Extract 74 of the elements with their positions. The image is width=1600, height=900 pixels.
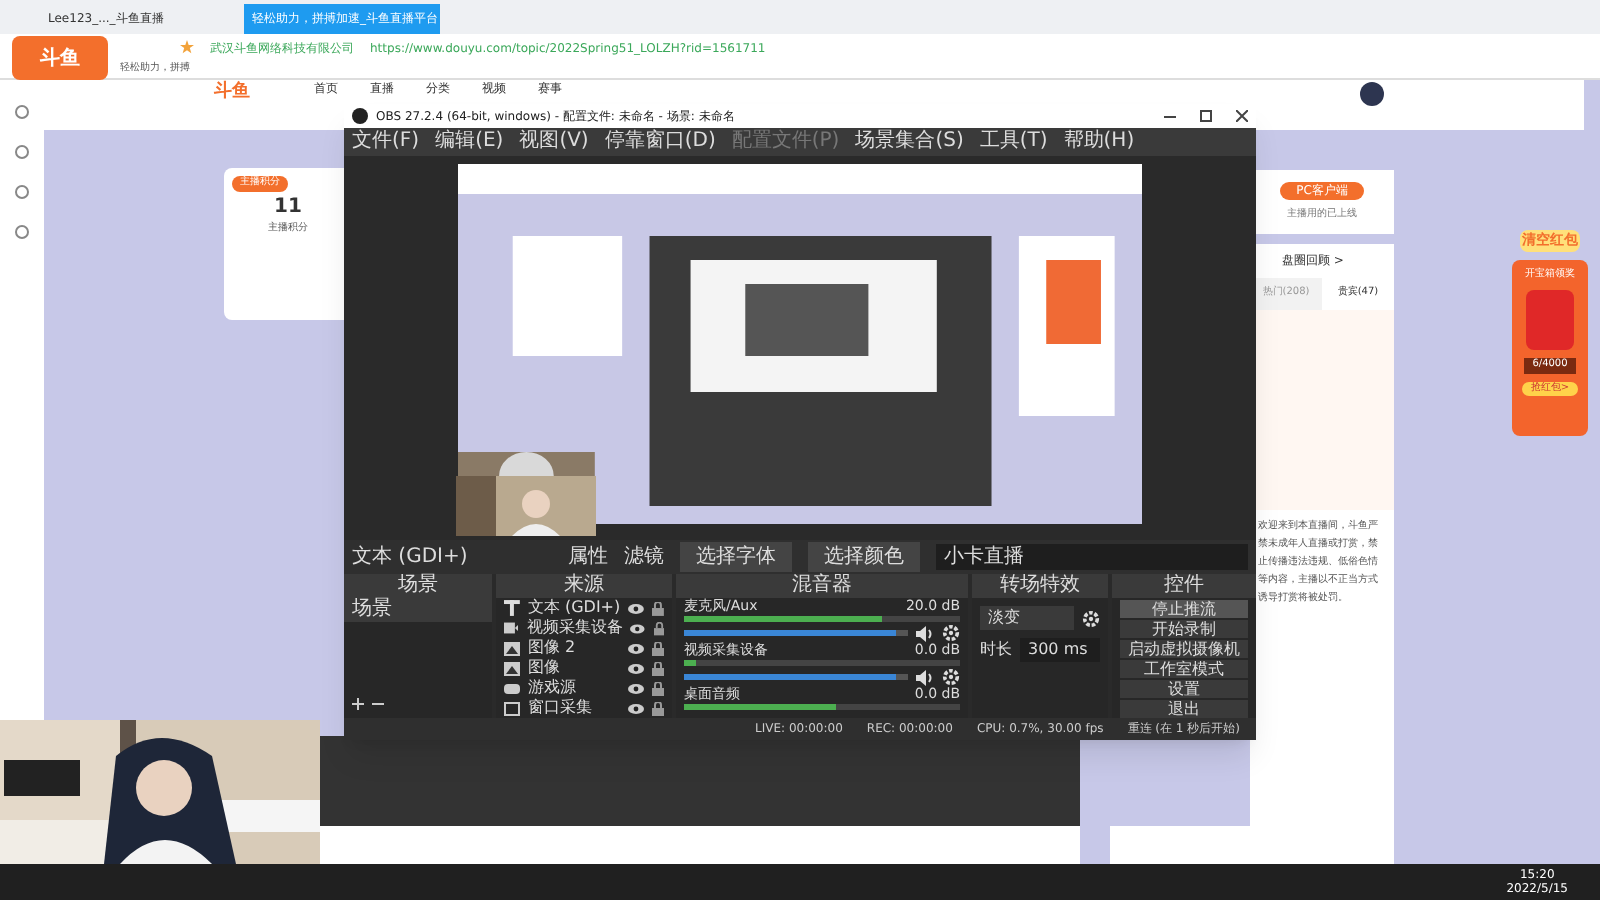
font-button[interactable]: 选择字体: [680, 542, 792, 572]
eye-icon[interactable]: [628, 683, 644, 693]
speaker-icon[interactable]: [916, 625, 934, 641]
control-button[interactable]: 停止推流: [1120, 600, 1248, 618]
lock-icon[interactable]: [652, 681, 664, 695]
star-icon[interactable]: [180, 40, 194, 54]
control-button[interactable]: 设置: [1120, 680, 1248, 698]
menu-item[interactable]: 视图(V): [519, 130, 589, 154]
source-item[interactable]: 窗口采集: [528, 698, 620, 718]
source-tool-button[interactable]: 滤镜: [624, 542, 664, 572]
lock-icon[interactable]: [653, 621, 664, 635]
eye-icon[interactable]: [628, 603, 645, 613]
lock-icon[interactable]: [652, 601, 664, 615]
source-item[interactable]: 文本 (GDI+): [527, 598, 621, 618]
lock-icon[interactable]: [652, 661, 664, 675]
control-button[interactable]: 启动虚拟摄像机: [1120, 640, 1248, 658]
douyu-logo: 斗鱼: [40, 45, 80, 73]
dock-title: 来源: [496, 574, 672, 598]
duration-field[interactable]: 300 ms: [1020, 638, 1100, 662]
eye-icon[interactable]: [628, 643, 644, 653]
volume-slider[interactable]: [684, 630, 908, 636]
window-icon: [504, 701, 520, 715]
settings-icon[interactable]: [1082, 609, 1100, 627]
duration-label: 时长: [980, 638, 1012, 662]
dock-title: 控件: [1112, 574, 1256, 598]
source-tool-button[interactable]: 属性: [568, 542, 608, 572]
control-button[interactable]: 开始录制: [1120, 620, 1248, 638]
gamepad-icon: [504, 683, 520, 693]
speaker-icon[interactable]: [916, 669, 934, 685]
selected-source-label: 文本 (GDI+): [352, 543, 470, 572]
source-item[interactable]: 游戏源: [528, 678, 620, 698]
dock-title: 转场特效: [972, 574, 1108, 598]
volume-slider[interactable]: [684, 674, 908, 680]
control-button[interactable]: 工作室模式: [1120, 660, 1248, 678]
eye-icon[interactable]: [628, 663, 644, 673]
close-icon[interactable]: [1236, 110, 1248, 122]
sidebar-icon[interactable]: [14, 144, 30, 160]
menu-item[interactable]: 场景集合(S): [855, 130, 964, 154]
add-icon[interactable]: [352, 698, 364, 710]
settings-icon[interactable]: [942, 624, 960, 642]
sidebar-icon[interactable]: [14, 224, 30, 240]
settings-icon[interactable]: [942, 668, 960, 686]
envelope-icon: [1526, 290, 1574, 350]
control-button[interactable]: 退出: [1120, 700, 1248, 718]
camera-icon: [504, 622, 519, 634]
obs-logo-icon: [352, 108, 368, 124]
eye-icon[interactable]: [628, 703, 644, 713]
text-input-field[interactable]: 小卡直播: [936, 544, 1248, 570]
maximize-icon[interactable]: [1200, 110, 1212, 122]
menu-item[interactable]: 帮助(H): [1063, 130, 1135, 154]
menu-item[interactable]: 工具(T): [979, 130, 1048, 154]
source-item[interactable]: 图像: [528, 658, 620, 678]
lock-icon[interactable]: [652, 701, 664, 715]
source-item[interactable]: 图像 2: [528, 638, 620, 658]
minimize-icon[interactable]: [1164, 115, 1176, 117]
menu-item[interactable]: 文件(F): [352, 130, 420, 154]
image-icon: [504, 661, 520, 675]
source-item[interactable]: 视频采集设备: [526, 618, 623, 638]
avatar[interactable]: [1360, 82, 1384, 106]
eye-icon[interactable]: [630, 623, 646, 633]
text-icon: [504, 600, 520, 616]
menu-item[interactable]: 停靠窗口(D): [604, 130, 716, 154]
sidebar-icon[interactable]: [14, 104, 30, 120]
menu-item[interactable]: 编辑(E): [435, 130, 504, 154]
dock-title: 场景: [344, 574, 492, 598]
score-value: 11: [274, 193, 302, 221]
sidebar-icon[interactable]: [14, 184, 30, 200]
image-icon: [504, 641, 520, 655]
dock-title: 混音器: [676, 574, 968, 598]
color-button[interactable]: 选择颜色: [808, 542, 920, 572]
scene-item[interactable]: 场景: [344, 598, 492, 622]
remove-icon[interactable]: [372, 698, 384, 710]
transition-select[interactable]: 淡变: [980, 606, 1074, 630]
lock-icon[interactable]: [652, 641, 664, 655]
